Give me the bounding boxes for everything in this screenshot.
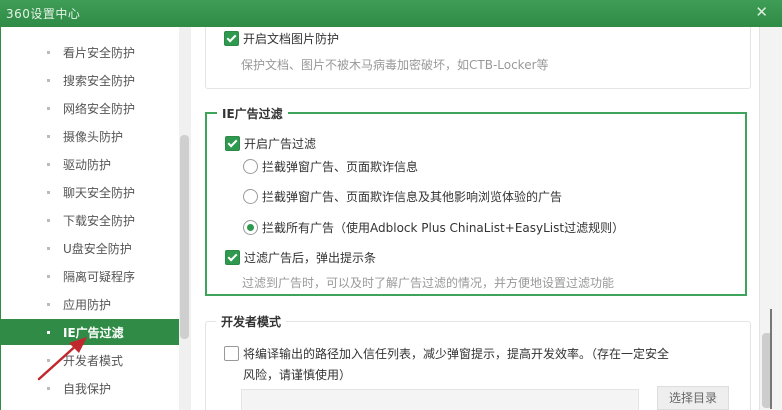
scrollbar-thumb[interactable] bbox=[180, 135, 189, 339]
sidebar-item-label: 看片安全防护 bbox=[63, 46, 136, 60]
ie-ad-filter-description: 过滤到广告时，可以及时了解广告过滤的情况，并方便地设置过滤功能 bbox=[242, 276, 615, 290]
enable-ad-filter-checkbox[interactable] bbox=[225, 136, 240, 151]
developer-trust-checkbox[interactable] bbox=[224, 346, 239, 361]
annotation-arrow-icon bbox=[37, 337, 87, 381]
developer-trust-label-line1: 将编译输出的路径加入信任列表，减少弹窗提示，提高开发效率。（存在一定安全 bbox=[243, 347, 670, 361]
bullet-icon bbox=[47, 163, 50, 166]
sidebar-item-label: 隔离可疑程序 bbox=[63, 270, 136, 284]
sidebar-item-label: 下载安全防护 bbox=[63, 214, 136, 228]
doc-protect-checkbox[interactable] bbox=[224, 31, 239, 46]
sidebar-item-app-protect[interactable]: 应用防护 bbox=[1, 291, 179, 317]
sidebar-item-label: U盘安全防护 bbox=[63, 242, 132, 256]
doc-protect-group: 开启文档图片防护 保护文档、图片不被木马病毒加密破坏，如CTB-Locker等 bbox=[205, 27, 751, 89]
bullet-icon bbox=[47, 191, 50, 194]
sidebar-item-label: 应用防护 bbox=[63, 298, 112, 312]
bullet-icon bbox=[47, 107, 50, 110]
radio-label: 拦截弹窗广告、页面欺诈信息及其他影响浏览体验的广告 bbox=[262, 190, 563, 204]
radio-block-popup-fraud-other[interactable] bbox=[243, 189, 258, 204]
bullet-icon bbox=[47, 79, 50, 82]
bullet-icon bbox=[47, 219, 50, 222]
content-scrollbar[interactable] bbox=[759, 27, 782, 410]
sidebar-item-driver-protect[interactable]: 驱动防护 bbox=[1, 151, 179, 177]
bullet-icon bbox=[47, 247, 50, 250]
sidebar-item-video-protect[interactable]: 看片安全防护 bbox=[1, 39, 179, 65]
ie-ad-filter-group: IE广告过滤 开启广告过滤 拦截弹窗广告、页面欺诈信息 拦截弹窗广告、页面欺诈信… bbox=[205, 105, 747, 296]
bullet-icon bbox=[47, 275, 50, 278]
scrollbar-track-marker bbox=[770, 309, 772, 409]
radio-label: 拦截所有广告（使用Adblock Plus ChinaList+EasyList… bbox=[262, 221, 625, 235]
doc-protect-description: 保护文档、图片不被木马病毒加密破坏，如CTB-Locker等 bbox=[241, 58, 549, 72]
sidebar-item-download-protect[interactable]: 下载安全防护 bbox=[1, 207, 179, 233]
sidebar-item-search-protect[interactable]: 搜索安全防护 bbox=[1, 67, 179, 93]
doc-protect-label: 开启文档图片防护 bbox=[243, 32, 340, 46]
popup-notice-checkbox[interactable] bbox=[225, 250, 240, 265]
bullet-icon bbox=[47, 51, 50, 54]
sidebar-item-label: 网络安全防护 bbox=[63, 102, 136, 116]
radio-label: 拦截弹窗广告、页面欺诈信息 bbox=[262, 160, 419, 174]
ie-ad-filter-legend: IE广告过滤 bbox=[217, 105, 288, 122]
close-icon[interactable]: ✕ bbox=[755, 3, 768, 21]
sidebar-item-label: 驱动防护 bbox=[63, 158, 112, 172]
developer-mode-legend: 开发者模式 bbox=[216, 313, 287, 330]
bullet-icon bbox=[47, 135, 50, 138]
build-dir-input[interactable] bbox=[241, 389, 639, 410]
settings-content: 开启文档图片防护 保护文档、图片不被木马病毒加密破坏，如CTB-Locker等 … bbox=[191, 27, 757, 410]
select-dir-button[interactable]: 选择目录 bbox=[657, 386, 729, 410]
sidebar-item-label: 摄像头防护 bbox=[63, 130, 124, 144]
radio-block-popup-fraud[interactable] bbox=[243, 159, 258, 174]
sidebar-item-camera-protect[interactable]: 摄像头防护 bbox=[1, 123, 179, 149]
window-body: 看片安全防护 搜索安全防护 网络安全防护 摄像头防护 驱动防护 聊天安全防护 下… bbox=[0, 27, 782, 410]
bullet-icon bbox=[47, 303, 50, 306]
sidebar: 看片安全防护 搜索安全防护 网络安全防护 摄像头防护 驱动防护 聊天安全防护 下… bbox=[1, 27, 179, 410]
sidebar-item-chat-protect[interactable]: 聊天安全防护 bbox=[1, 179, 179, 205]
radio-block-all-ads[interactable] bbox=[243, 220, 258, 235]
sidebar-item-quarantine[interactable]: 隔离可疑程序 bbox=[1, 263, 179, 289]
sidebar-item-usb-protect[interactable]: U盘安全防护 bbox=[1, 235, 179, 261]
bullet-icon bbox=[47, 387, 50, 390]
window-title: 360设置中心 bbox=[6, 7, 81, 21]
title-bar: 360设置中心 ✕ bbox=[0, 0, 782, 27]
sidebar-scrollbar[interactable] bbox=[179, 27, 191, 410]
sidebar-item-network-protect[interactable]: 网络安全防护 bbox=[1, 95, 179, 121]
sidebar-item-label: 搜索安全防护 bbox=[63, 74, 136, 88]
sidebar-item-label: 聊天安全防护 bbox=[63, 186, 136, 200]
enable-ad-filter-label: 开启广告过滤 bbox=[244, 137, 317, 151]
popup-notice-label: 过滤广告后，弹出提示条 bbox=[244, 251, 377, 265]
developer-trust-label-line2: 风险，请谨慎使用） bbox=[243, 368, 352, 382]
bullet-icon bbox=[47, 331, 50, 334]
